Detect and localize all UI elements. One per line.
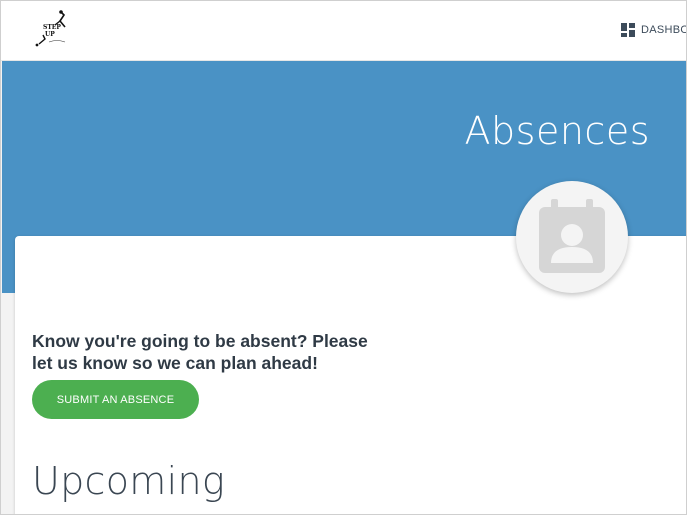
svg-text:STEP: STEP <box>43 24 61 31</box>
dashboard-grid-icon <box>621 23 635 37</box>
absence-prompt-text: Know you're going to be absent? Please l… <box>32 331 368 373</box>
nav-dashboard-label: DASHBO <box>641 24 687 36</box>
dancer-logo[interactable]: STEP UP <box>31 9 75 49</box>
app-frame: STEP UP DASHBO Absences Know you're goin… <box>0 0 687 515</box>
avatar <box>516 181 628 293</box>
contact-card-icon <box>539 199 605 273</box>
top-navbar: STEP UP DASHBO <box>1 1 687 61</box>
svg-text:UP: UP <box>45 31 55 38</box>
nav-dashboard-link[interactable]: DASHBO <box>621 21 687 39</box>
submit-absence-button[interactable]: SUBMIT AN ABSENCE <box>32 380 199 419</box>
upcoming-heading: Upcoming <box>32 459 225 503</box>
page-title: Absences <box>464 109 650 153</box>
